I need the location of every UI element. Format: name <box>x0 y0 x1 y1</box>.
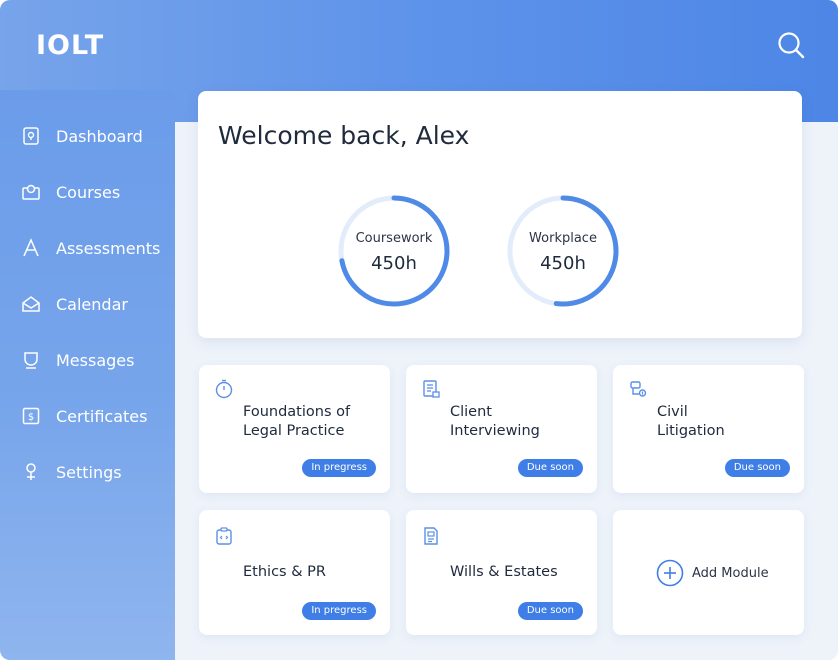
settings-icon <box>20 461 42 483</box>
sidebar-item-certificates[interactable]: $ Certificates <box>0 396 175 436</box>
coursework-progress-ring: Coursework 450h <box>336 193 452 309</box>
courses-icon <box>20 181 42 203</box>
add-module-button[interactable]: Add Module <box>613 510 804 635</box>
dashboard-icon <box>20 125 42 147</box>
module-card-ethics[interactable]: Ethics & PR In pregress <box>199 510 390 635</box>
sidebar-item-label: Calendar <box>56 294 128 314</box>
sidebar: Dashboard Courses Assessments Calendar M… <box>0 90 175 660</box>
svg-text:$: $ <box>28 412 34 423</box>
clipboard-icon <box>216 527 232 545</box>
status-badge: Due soon <box>517 459 583 477</box>
add-module-label: Add Module <box>692 566 769 581</box>
sidebar-item-label: Dashboard <box>56 126 143 146</box>
module-title: Foundations of Legal Practice <box>243 404 351 439</box>
module-card-foundations[interactable]: Foundations of Legal Practice In pregres… <box>199 365 390 493</box>
sidebar-item-settings[interactable]: Settings <box>0 452 175 492</box>
sidebar-item-label: Courses <box>56 182 121 202</box>
document-icon <box>423 380 440 398</box>
ring-label: Coursework <box>355 231 433 246</box>
status-badge: Due soon <box>517 602 583 620</box>
certificates-icon: $ <box>20 405 42 427</box>
search-button[interactable] <box>776 30 806 60</box>
status-badge: Due soon <box>724 459 790 477</box>
module-card-civil-litigation[interactable]: Civil Litigation Due soon <box>613 365 804 493</box>
module-title: Civil Litigation <box>657 404 725 439</box>
sidebar-item-dashboard[interactable]: Dashboard <box>0 116 175 156</box>
gavel-icon <box>630 381 647 397</box>
app-window: IOLT Dashboard Courses Assessments Calen… <box>0 0 838 660</box>
calendar-icon <box>20 293 42 315</box>
ring-value: 450h <box>371 253 417 274</box>
sidebar-item-label: Certificates <box>56 406 148 426</box>
status-badge: In pregress <box>302 459 376 477</box>
assessments-icon <box>20 237 42 259</box>
welcome-card: Welcome back, Alex Coursework 450h Workp… <box>198 91 802 338</box>
timer-icon <box>215 379 233 399</box>
search-icon <box>778 32 805 59</box>
status-badge: In pregress <box>302 602 376 620</box>
module-card-wills-estates[interactable]: Wills & Estates Due soon <box>406 510 597 635</box>
sidebar-item-assessments[interactable]: Assessments <box>0 228 175 268</box>
sidebar-item-calendar[interactable]: Calendar <box>0 284 175 324</box>
messages-icon <box>20 349 42 371</box>
ring-label: Workplace <box>529 231 597 246</box>
sidebar-item-courses[interactable]: Courses <box>0 172 175 212</box>
sidebar-item-label: Messages <box>56 350 135 370</box>
module-title: Wills & Estates <box>450 564 558 580</box>
will-document-icon <box>424 527 438 545</box>
module-title: Client Interviewing <box>450 404 540 439</box>
workplace-progress-ring: Workplace 450h <box>505 193 621 309</box>
plus-circle-icon <box>656 559 684 587</box>
module-card-client-interviewing[interactable]: Client Interviewing Due soon <box>406 365 597 493</box>
sidebar-item-label: Assessments <box>56 238 161 258</box>
module-title: Ethics & PR <box>243 564 326 580</box>
ring-value: 450h <box>540 253 586 274</box>
logo: IOLT <box>36 30 105 61</box>
sidebar-item-messages[interactable]: Messages <box>0 340 175 380</box>
sidebar-item-label: Settings <box>56 462 122 482</box>
page-title: Welcome back, Alex <box>218 121 470 150</box>
